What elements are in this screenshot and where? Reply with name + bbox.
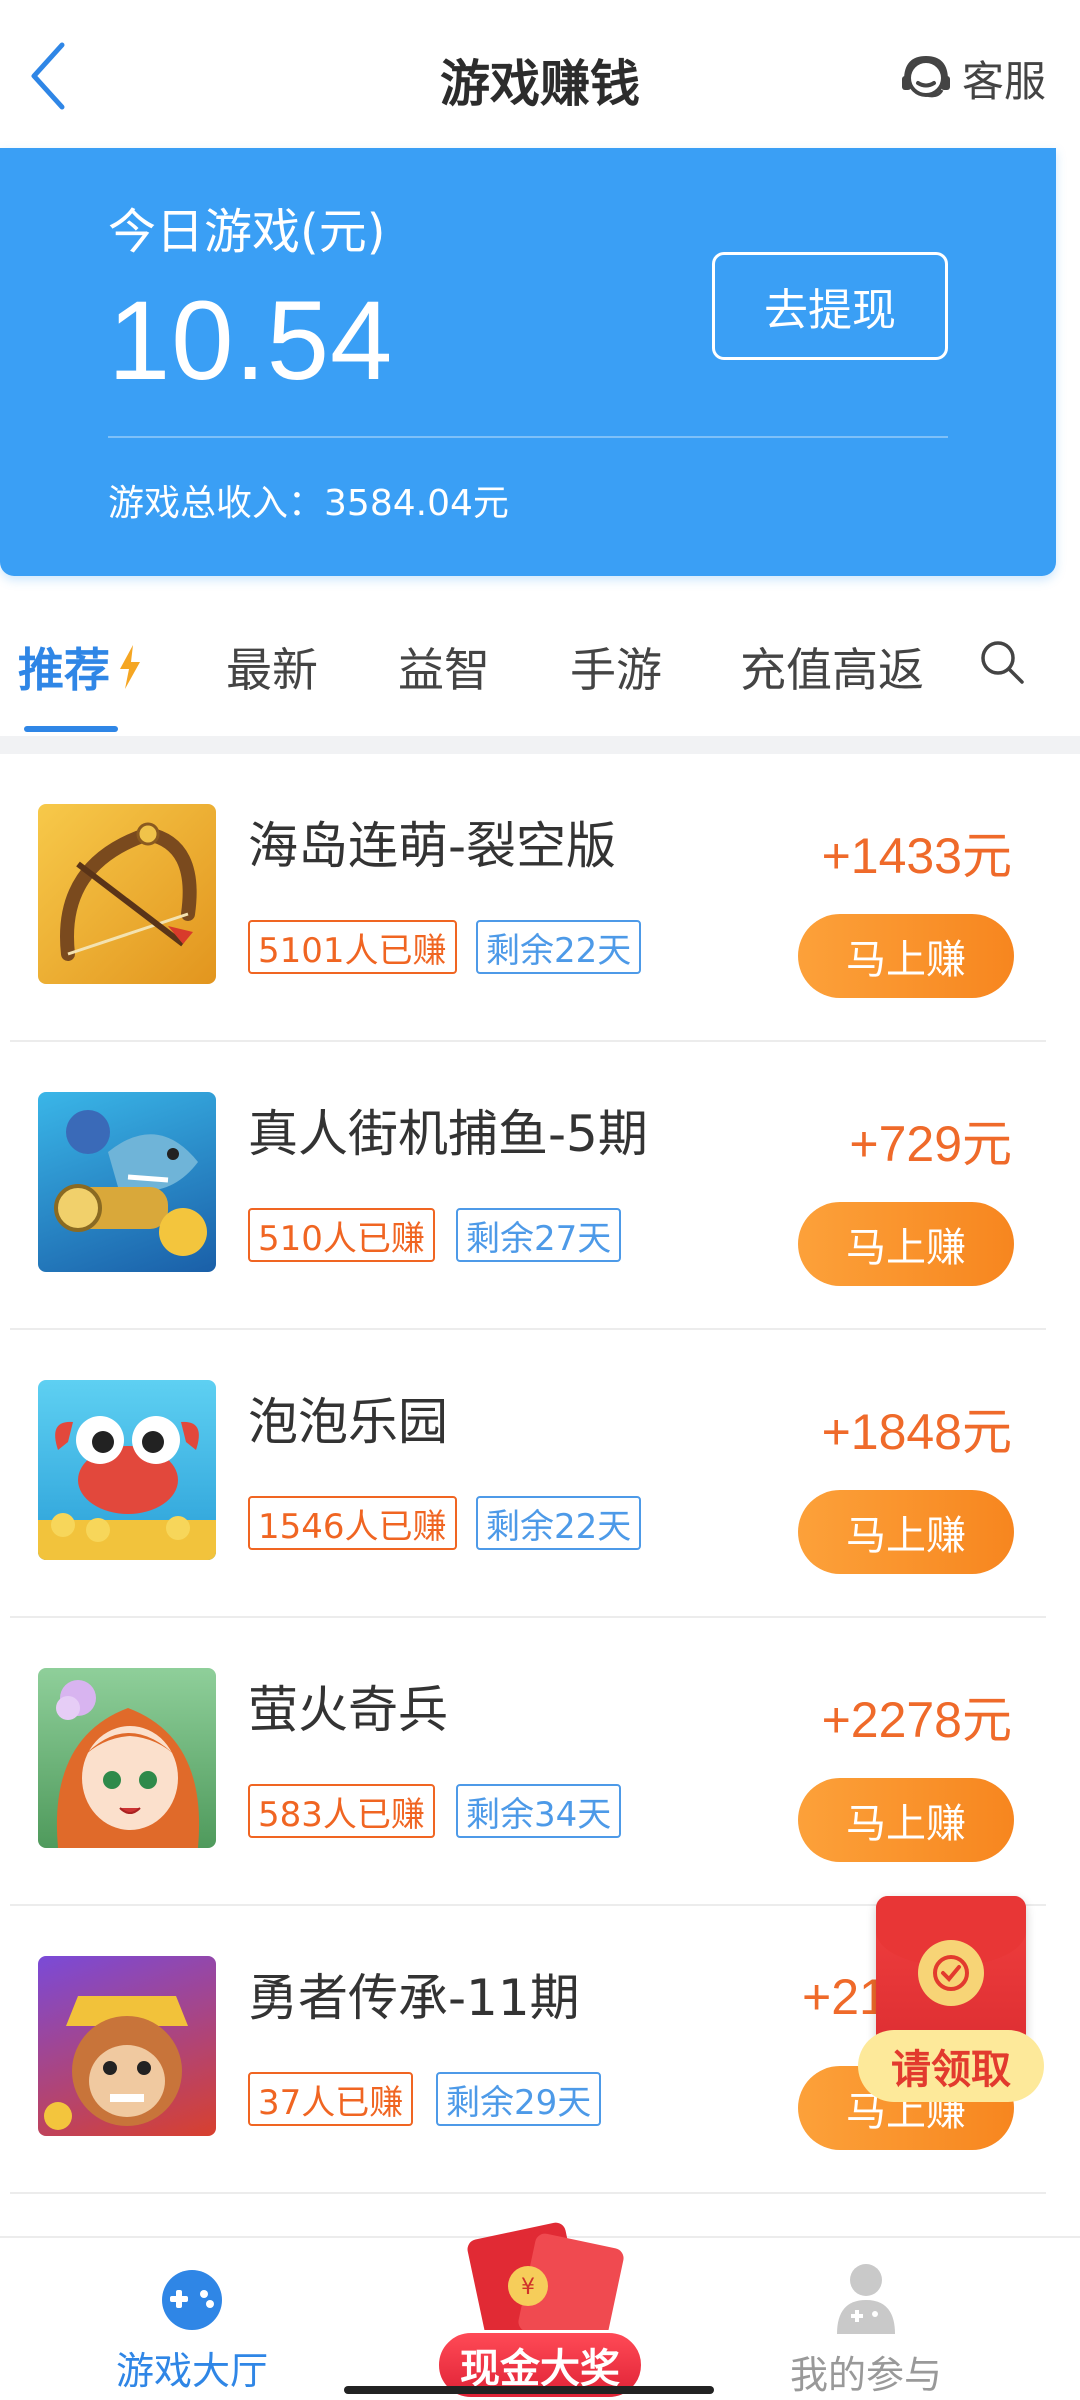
earnings-card: 今日游戏(元) 10.54 去提现 游戏总收入：3584.04元 [0,148,1056,576]
remaining-days-badge: 剩余29天 [436,2072,602,2126]
claim-label: 请领取 [858,2030,1044,2102]
reward-amount: +1848元 [821,1404,1012,1460]
lightning-icon [120,645,140,689]
tab-mobile-games[interactable]: 手游 [570,634,662,700]
remaining-days-badge: 剩余22天 [476,1496,642,1550]
user-gamepad-icon [837,2264,895,2334]
withdraw-button[interactable]: 去提现 [712,252,948,360]
earned-count-badge: 5101人已赚 [248,920,457,974]
game-item-fishing[interactable]: 真人街机捕鱼-5期 510人已赚 剩余27天 +729元 马上赚 [0,1042,1080,1330]
remaining-days-badge: 剩余27天 [456,1208,622,1262]
game-name: 勇者传承-11期 [248,1969,580,2027]
red-envelope-icon: ¥ [467,2222,624,2340]
tab-latest[interactable]: 最新 [226,634,318,700]
nav-cash-prize[interactable]: ¥ 现金大奖 [420,2200,660,2400]
game-name: 海岛连萌-裂空版 [248,817,617,875]
item-divider [10,2192,1046,2194]
category-tabs: 推荐 最新 益智 手游 充值高返 [0,630,1080,732]
card-divider [108,436,948,438]
total-income: 游戏总收入：3584.04元 [108,474,509,526]
earned-count-badge: 1546人已赚 [248,1496,457,1550]
earned-count-badge: 583人已赚 [248,1784,435,1838]
game-item-firefly-soldier[interactable]: 萤火奇兵 583人已赚 剩余34天 +2278元 马上赚 [0,1618,1080,1906]
earned-count-badge: 37人已赚 [248,2072,414,2126]
customer-service-label: 客服 [961,56,1046,106]
reward-amount: +1433元 [821,828,1012,884]
game-icon-island [38,804,216,984]
today-earnings-label: 今日游戏(元) [108,204,386,260]
section-divider [0,736,1080,754]
home-indicator [344,2386,714,2394]
gamepad-icon [162,2270,222,2330]
search-icon [981,641,1024,684]
floating-red-packet[interactable]: 请领取 [858,1896,1044,2108]
earn-now-button[interactable]: 马上赚 [798,1778,1014,1862]
remaining-days-badge: 剩余22天 [476,920,642,974]
active-tab-indicator [24,726,118,732]
nav-my-participation[interactable]: 我的参与 [756,2262,976,2399]
game-icon-firefly-soldier [38,1668,216,1848]
nav-game-hall-label: 游戏大厅 [115,2349,268,2393]
header-bar: 游戏赚钱 客服 [0,0,1080,148]
total-income-value: 3584.04元 [324,483,509,524]
earned-count-badge: 510人已赚 [248,1208,435,1262]
tab-puzzle[interactable]: 益智 [398,634,490,700]
earn-now-button[interactable]: 马上赚 [798,914,1014,998]
game-icon-fishing [38,1092,216,1272]
reward-amount: +729元 [849,1116,1012,1172]
reward-amount: +2278元 [821,1692,1012,1748]
game-name: 真人街机捕鱼-5期 [248,1105,648,1163]
game-item-island[interactable]: 海岛连萌-裂空版 5101人已赚 剩余22天 +1433元 马上赚 [0,754,1080,1042]
game-name: 萤火奇兵 [248,1681,448,1739]
tab-recharge-rebate[interactable]: 充值高返 [740,634,924,700]
game-icon-hero-legacy [38,1956,216,2136]
today-earnings-value: 10.54 [108,278,394,403]
remaining-days-badge: 剩余34天 [456,1784,622,1838]
nav-my-participation-label: 我的参与 [789,2353,942,2397]
earn-now-button[interactable]: 马上赚 [798,1202,1014,1286]
tab-recommend-label: 推荐 [18,643,110,697]
game-item-bubble-park[interactable]: 泡泡乐园 1546人已赚 剩余22天 +1848元 马上赚 [0,1330,1080,1618]
search-button[interactable] [970,630,1034,694]
tab-recommend[interactable]: 推荐 [18,634,142,700]
customer-service-button[interactable]: 客服 [898,46,1046,110]
total-income-label: 游戏总收入： [108,483,325,524]
nav-game-hall[interactable]: 游戏大厅 [82,2262,302,2395]
game-name: 泡泡乐园 [248,1393,448,1451]
svg-text:¥: ¥ [521,2275,535,2300]
earn-now-button[interactable]: 马上赚 [798,1490,1014,1574]
headset-icon [901,55,950,98]
game-icon-bubble-park [38,1380,216,1560]
